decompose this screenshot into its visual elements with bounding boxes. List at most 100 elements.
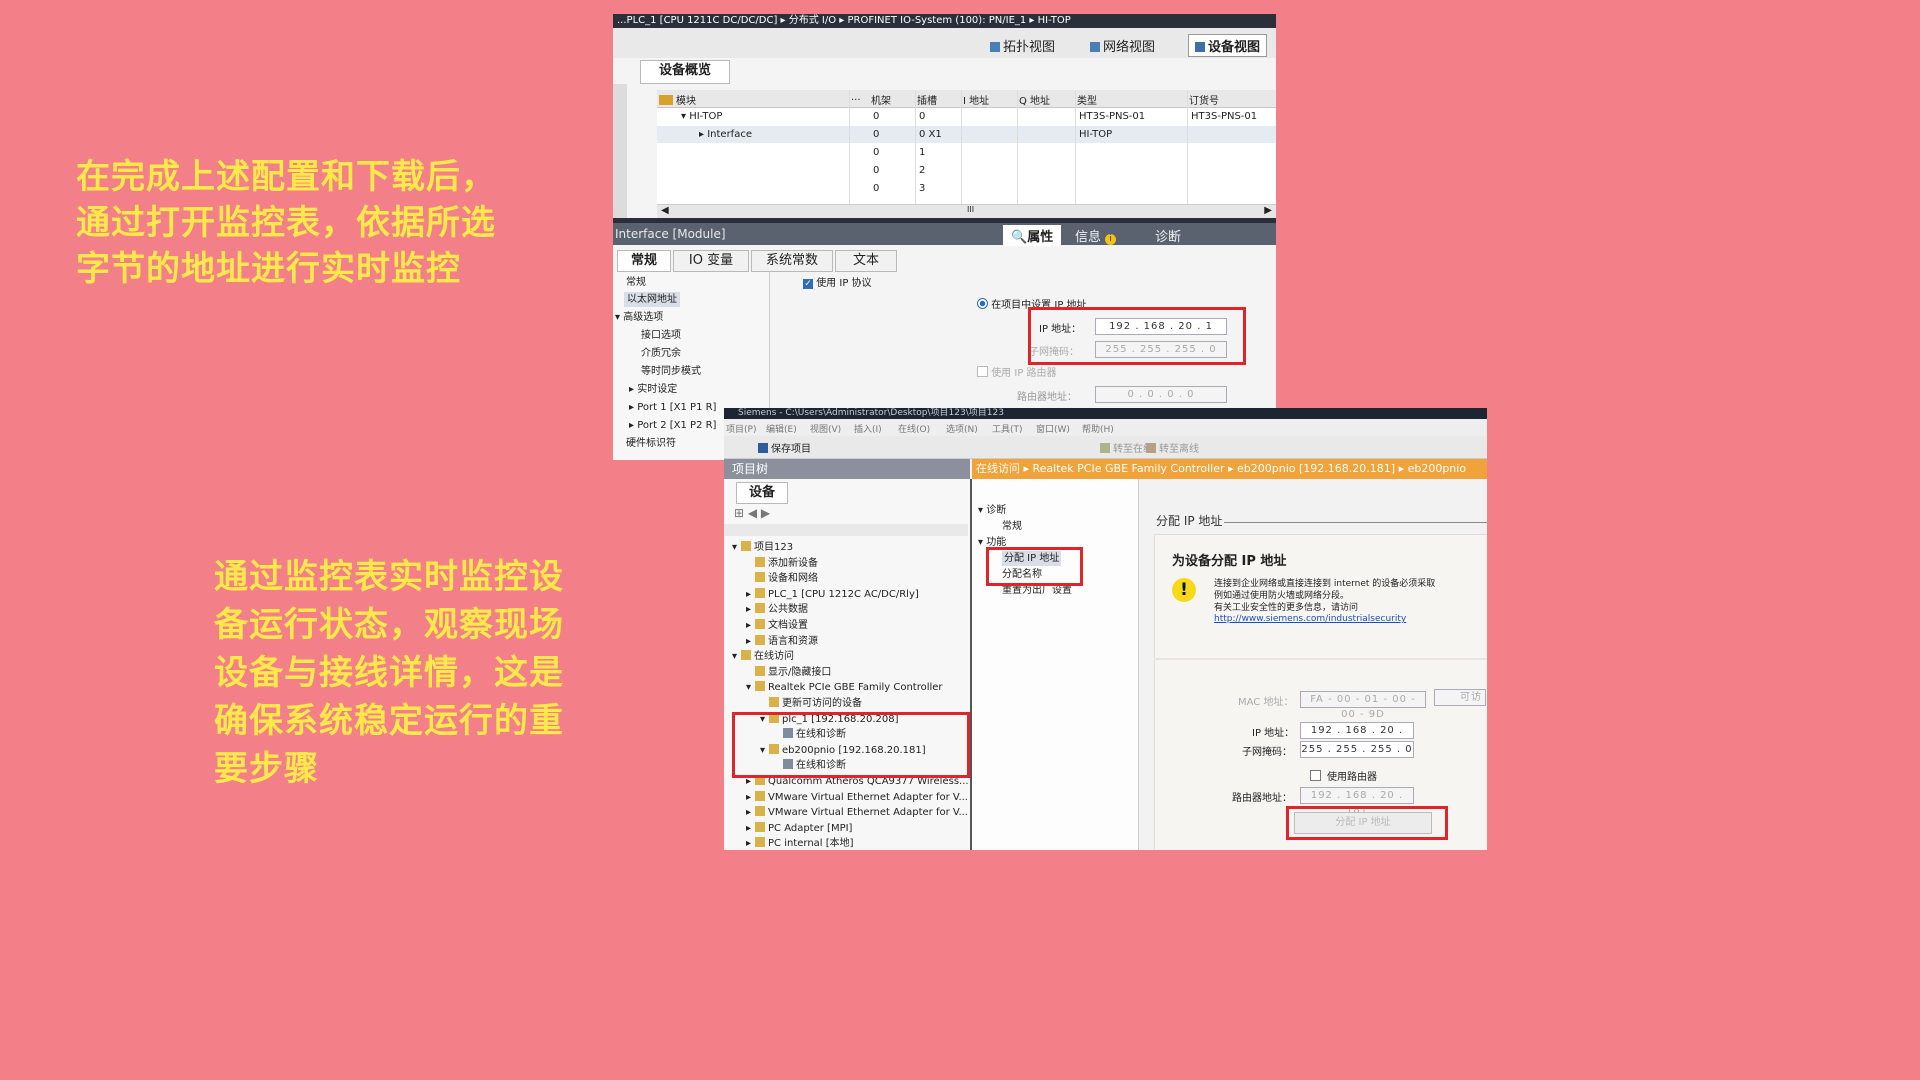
tree-item-label: PC internal [本地] <box>768 838 854 850</box>
tree-expander-icon[interactable]: ▸ <box>746 587 755 602</box>
menu-item-project[interactable]: 项目(P) <box>726 422 756 435</box>
topology-view-button[interactable]: 拓扑视图 <box>990 36 1055 55</box>
tree-expander-icon[interactable]: ▾ <box>732 649 741 664</box>
menu-item-edit[interactable]: 编辑(E) <box>766 422 797 435</box>
nav-item-interface-options[interactable]: 接口选项 <box>641 328 681 343</box>
topology-icon <box>990 42 1000 52</box>
scroll-right-icon[interactable]: ▶ <box>1264 205 1272 216</box>
folder-icon <box>741 541 751 551</box>
tree-item[interactable]: ▾ 项目123 <box>732 540 793 555</box>
device-view-button[interactable]: 设备视图 <box>1188 34 1268 57</box>
nav-item-port1[interactable]: ▸ Port 1 [X1 P1 R] <box>629 400 716 415</box>
device-view-screenshot: ...PLC_1 [CPU 1211C DC/DC/DC] ▸ 分布式 I/O … <box>613 14 1276 460</box>
tree-expander-icon[interactable]: ▸ <box>746 790 755 805</box>
tree-item[interactable]: ▸ VMware Virtual Ethernet Adapter for V..… <box>746 805 968 820</box>
menu-item-view[interactable]: 视图(V) <box>810 422 841 435</box>
tree-expander-icon[interactable]: ▾ <box>732 540 741 555</box>
table-row[interactable]: ▸ Interface <box>699 129 752 140</box>
tree-expander-icon[interactable]: ▸ <box>746 634 755 649</box>
network-view-button[interactable]: 网络视图 <box>1090 36 1155 55</box>
device-use-router-checkbox[interactable]: 使用路由器 <box>1310 768 1377 783</box>
tree-item-label: PC Adapter [MPI] <box>768 822 853 834</box>
nav-item-isochronous[interactable]: 等时同步模式 <box>641 364 701 379</box>
folder-icon <box>755 634 765 645</box>
tree-expander-icon[interactable]: ▸ <box>746 602 755 617</box>
menu-item-online[interactable]: 在线(O) <box>898 422 930 435</box>
tree-expander-icon[interactable]: ▾ <box>746 680 755 695</box>
device-subnet-field[interactable]: 255 . 255 . 255 . 0 <box>1300 741 1414 758</box>
tree-item[interactable]: ▸ PC Adapter [MPI] <box>746 821 852 836</box>
row-rack: 0 <box>873 129 880 140</box>
device-ip-field[interactable]: 192 . 168 . 20 . 181 <box>1300 722 1414 751</box>
device-tree: ▾ 项目123 添加新设备 设备和网络 ▸ PLC_1 [CPU 1212C AC/DC/… <box>724 540 969 850</box>
tree-item-label: 公共数据 <box>768 604 808 616</box>
use-router-checkbox[interactable]: 使用 IP 路由器 <box>977 364 1057 379</box>
menu-bar: 项目(P) 编辑(E) 视图(V) 插入(I) 在线(O) 选项(N) 工具(T… <box>724 419 1487 436</box>
diag-nav-general[interactable]: 常规 <box>1002 519 1022 534</box>
tree-item[interactable]: 设备和网络 <box>746 571 818 586</box>
folder-icon <box>755 556 765 567</box>
diag-nav-diagnostics[interactable]: ▾ 诊断 <box>978 503 1006 518</box>
summary-text: 通过监控表实时监控设 备运行状态，观察现场 设备与接线详情，这是 确保系统稳定运… <box>214 553 564 793</box>
nav-item-hw-id[interactable]: 硬件标识符 <box>626 436 676 451</box>
nav-item-ethernet[interactable]: 以太网地址 <box>624 292 680 307</box>
ip-highlight-box <box>1028 307 1246 365</box>
horizontal-scrollbar[interactable]: ◀ III ▶ <box>657 204 1276 219</box>
use-ip-label: 使用 IP 协议 <box>816 278 872 289</box>
tree-item[interactable]: ▸ VMware Virtual Ethernet Adapter for V..… <box>746 790 968 805</box>
tree-item[interactable]: 添加新设备 <box>746 556 818 571</box>
tab-io-tags[interactable]: IO 变量 <box>673 250 749 272</box>
nav-label: 实时设定 <box>637 384 678 395</box>
menu-item-options[interactable]: 选项(N) <box>946 422 978 435</box>
scroll-thumb-mark: III <box>967 205 975 214</box>
router-address-field[interactable]: 0 . 0 . 0 . 0 <box>1095 386 1227 403</box>
tree-item[interactable]: ▸ 公共数据 <box>746 602 808 617</box>
router-label: 路由器地址： <box>1017 392 1077 403</box>
accessible-devices-button[interactable]: 可访 <box>1434 689 1486 706</box>
menu-item-window[interactable]: 窗口(W) <box>1036 422 1070 435</box>
tree-item[interactable]: ▸ 文档设置 <box>746 618 808 633</box>
tab-diagnostics[interactable]: 诊断 <box>1155 226 1181 245</box>
nav-item-advanced[interactable]: ▾ 高级选项 <box>615 310 663 325</box>
tab-device-overview[interactable]: 设备概览 <box>640 60 730 84</box>
tab-info[interactable]: 信息 i <box>1075 226 1117 245</box>
save-project-button[interactable]: 保存项目 <box>758 440 811 455</box>
nav-item-general[interactable]: 常规 <box>626 275 646 290</box>
device-router-field[interactable]: 192 . 168 . 20 . 181 <box>1300 787 1414 816</box>
tree-expander-icon[interactable]: ▸ <box>746 805 755 820</box>
tree-item[interactable]: 显示/隐藏接口 <box>746 665 831 680</box>
row-module: Interface <box>707 129 752 140</box>
device-use-router-label: 使用路由器 <box>1327 772 1377 783</box>
tree-item[interactable]: 更新可访问的设备 <box>760 696 862 711</box>
menu-item-help[interactable]: 帮助(H) <box>1082 422 1114 435</box>
network-view-label: 网络视图 <box>1103 40 1156 55</box>
table-row[interactable]: ▾ HI-TOP <box>681 111 722 122</box>
tab-system-constants[interactable]: 系统常数 <box>751 250 833 272</box>
menu-item-insert[interactable]: 插入(I) <box>854 422 882 435</box>
scroll-left-icon[interactable]: ◀ <box>661 205 669 216</box>
use-ip-checkbox[interactable]: ✓ 使用 IP 协议 <box>803 274 872 289</box>
tab-properties[interactable]: 🔍属性 <box>1003 225 1062 246</box>
tree-item[interactable]: ▾ 在线访问 <box>732 649 794 664</box>
menu-item-tools[interactable]: 工具(T) <box>992 422 1023 435</box>
nav-item-port2[interactable]: ▸ Port 2 [X1 P2 R] <box>629 418 716 433</box>
tree-item[interactable]: ▾ Realtek PCIe GBE Family Controller <box>746 680 943 695</box>
go-offline-icon <box>1146 443 1156 453</box>
tree-item[interactable]: ▸ PLC_1 [CPU 1212C AC/DC/Rly] <box>746 587 919 602</box>
go-offline-button[interactable]: 转至离线 <box>1146 440 1199 455</box>
nav-item-realtime[interactable]: ▸ 实时设定 <box>629 382 677 397</box>
tab-general[interactable]: 常规 <box>617 250 671 272</box>
tree-item[interactable]: ▸ 语言和资源 <box>746 634 818 649</box>
folder-icon <box>755 665 765 676</box>
folder-icon <box>755 603 765 614</box>
tree-expander-icon[interactable]: ▸ <box>746 618 755 633</box>
tree-expander-icon[interactable]: ▸ <box>746 836 755 850</box>
tree-expander-icon[interactable]: ▸ <box>746 821 755 836</box>
security-link[interactable]: http://www.siemens.com/industrialsecurit… <box>1214 614 1406 624</box>
tree-item[interactable]: ▸ PC internal [本地] <box>746 836 854 850</box>
tab-devices[interactable]: 设备 <box>736 482 788 504</box>
device-router-label: 路由器地址： <box>1232 793 1292 804</box>
nav-item-media-redundancy[interactable]: 介质冗余 <box>641 346 681 361</box>
col-order-number: 订货号 <box>1189 96 1219 107</box>
tab-texts[interactable]: 文本 <box>835 250 897 272</box>
